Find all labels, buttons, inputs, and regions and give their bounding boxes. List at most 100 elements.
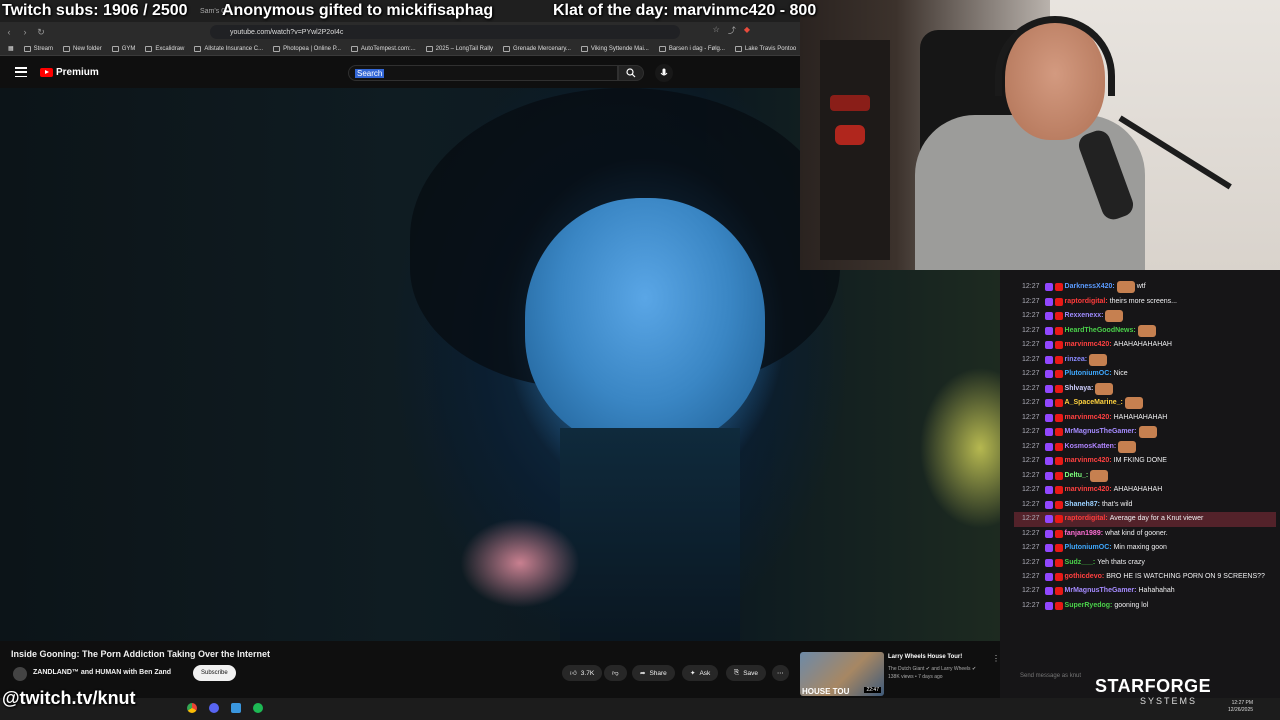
share-icon[interactable]: ⤴ [728, 25, 736, 36]
chat-username[interactable]: Sudz___: [1065, 556, 1096, 571]
app-icon[interactable] [231, 703, 241, 713]
chat-emote-icon [1137, 324, 1156, 337]
related-channel[interactable]: The Dutch Giant ✔ and Larry Wheels ✔ [888, 666, 976, 672]
like-button[interactable]: 👍︎ 3.7K [562, 665, 603, 681]
chat-username[interactable]: rinzea: [1065, 353, 1088, 368]
chat-text: that's wild [1101, 500, 1133, 508]
chat-username[interactable]: raptordigital: [1065, 512, 1108, 527]
heart-badge-icon [1054, 529, 1063, 538]
ask-label: Ask [699, 669, 711, 677]
ask-button[interactable]: ✦ Ask [682, 665, 719, 681]
chrome-icon[interactable] [187, 703, 197, 713]
address-bar[interactable]: youtube.com/watch?v=PYwl2P2oI4c [210, 25, 680, 39]
chat-emote-icon [1105, 310, 1124, 323]
related-video[interactable]: HOUSE TOU 22:47 Larry Wheels House Tour!… [800, 650, 1000, 698]
chat-username[interactable]: Shaneh87: [1065, 498, 1100, 513]
discord-icon[interactable] [209, 703, 219, 713]
bookmark-barsen[interactable]: Barsen i dag - Følg... [658, 45, 725, 52]
bookmark-autotempest[interactable]: AutoTempest.com:... [350, 45, 416, 52]
chat-username[interactable]: SuperRyedog: [1065, 599, 1113, 614]
chat-username[interactable]: fanjan1989: [1065, 527, 1104, 542]
bookmark-gym[interactable]: GYM [111, 45, 135, 52]
chat-timestamp: 12:27 [1022, 601, 1040, 609]
chat-message: 12:27 MrMagnusTheGamer: [1014, 425, 1276, 440]
bookmark-longtail[interactable]: 2025 – LongTail Rally [425, 45, 493, 52]
forward-icon[interactable]: › [18, 25, 32, 39]
chat-username[interactable]: KosmosKatten: [1065, 440, 1117, 455]
folder-icon [111, 45, 119, 52]
search-button[interactable] [618, 65, 644, 81]
bookmark-lake-travis[interactable]: Lake Travis Pontoo [734, 45, 796, 52]
channel-avatar[interactable] [13, 667, 27, 681]
bookmark-grenade[interactable]: Grenade Mercenary... [503, 45, 571, 52]
chat-message: 12:27 A_SpaceMarine_: [1014, 396, 1276, 411]
youtube-logo[interactable]: Premium [40, 67, 99, 78]
chat-text: HAHAHAHAHAH [1113, 413, 1168, 421]
chat-timestamp: 12:27 [1022, 384, 1040, 392]
chat-emote-icon [1138, 426, 1157, 439]
heart-badge-icon [1054, 297, 1063, 306]
chat-username[interactable]: MrMagnusTheGamer: [1065, 584, 1137, 599]
chat-text: gooning lol [1114, 601, 1149, 609]
extension-icon[interactable]: ◆ [744, 25, 750, 36]
chat-emote-icon [1124, 397, 1143, 410]
chat-username[interactable]: marvinmc420: [1065, 411, 1112, 426]
chat-username[interactable]: HeardTheGoodNews: [1065, 324, 1136, 339]
channel-name[interactable]: ZANDLAND™ and HUMAN with Ben Zand [33, 669, 171, 676]
barsen-icon [658, 45, 666, 52]
chat-message: 12:27 Deltu_: [1014, 469, 1276, 484]
chat-username[interactable]: raptordigital: [1065, 295, 1108, 310]
reload-icon[interactable]: ↻ [34, 25, 48, 39]
chat-text: Hahahahah [1138, 587, 1175, 594]
chat-timestamp: 12:27 [1022, 471, 1040, 479]
heart-badge-icon [1054, 283, 1063, 292]
chat-username[interactable]: marvinmc420: [1065, 454, 1112, 469]
heart-badge-icon [1054, 428, 1063, 437]
search-input[interactable]: Search [348, 65, 618, 81]
chat-username[interactable]: marvinmc420: [1065, 483, 1112, 498]
chat-username[interactable]: DarknessX420: [1065, 280, 1115, 295]
bookmark-stream[interactable]: Stream [23, 45, 53, 52]
video-frame-glow [460, 518, 580, 608]
chat-timestamp: 12:27 [1022, 413, 1040, 421]
subscriber-badge-icon [1044, 558, 1053, 567]
apps-icon[interactable]: ▦ [8, 45, 14, 52]
chat-text: Nice [1113, 370, 1128, 377]
chat-username[interactable]: PlutoniumOC: [1065, 541, 1112, 556]
chat-username[interactable]: PlutoniumOC: [1065, 367, 1112, 382]
bookmark-star-icon[interactable]: ☆ [713, 25, 720, 36]
bookmark-excalidraw[interactable]: Excalidraw [145, 45, 184, 52]
bookmark-photopea[interactable]: Photopea | Online P... [273, 45, 341, 52]
dislike-button[interactable]: 👎︎ [604, 665, 627, 681]
bookmark-new-folder[interactable]: New folder [63, 45, 102, 52]
spotify-icon[interactable] [253, 703, 263, 713]
save-button[interactable]: ⎘ Save [726, 665, 767, 681]
chat-username[interactable]: gothicdevo: [1065, 572, 1105, 582]
chat-username[interactable]: A_SpaceMarine_: [1065, 396, 1123, 411]
menu-icon[interactable] [15, 67, 27, 77]
chat-username[interactable]: Shlvaya: [1065, 382, 1094, 397]
more-icon[interactable]: ⋮ [992, 654, 1000, 663]
bookmark-viking[interactable]: Viking Syttende Mai... [580, 45, 649, 52]
subscriber-badge-icon [1044, 355, 1053, 364]
system-clock: 12:27 PM 12/26/2025 [1228, 700, 1253, 714]
thumbs-up-icon: 👍︎ [570, 670, 577, 677]
chat-username[interactable]: Deltu_: [1065, 469, 1089, 484]
webcam-shelf [820, 40, 890, 260]
bookmark-allstate[interactable]: Allstate Insurance C... [194, 45, 263, 52]
related-meta: 138K views • 7 days ago [888, 674, 943, 680]
chat-username[interactable]: MrMagnusTheGamer: [1065, 425, 1137, 440]
back-icon[interactable]: ‹ [2, 25, 16, 39]
heart-badge-icon [1054, 544, 1063, 553]
subscribe-button[interactable]: Subscribe [193, 665, 236, 681]
chat-username[interactable]: Rexxenexx: [1065, 309, 1104, 324]
share-button[interactable]: ➦ Share [632, 665, 675, 681]
grenade-icon [503, 45, 510, 52]
related-thumbnail[interactable]: HOUSE TOU 22:47 [800, 652, 884, 696]
chat-username[interactable]: marvinmc420: [1065, 338, 1112, 353]
microphone-button[interactable] [655, 64, 673, 82]
heart-badge-icon [1054, 384, 1063, 393]
related-title[interactable]: Larry Wheels House Tour! [888, 654, 962, 660]
more-actions-button[interactable]: ⋯ [772, 665, 789, 681]
chat-text: theirs more screens... [1109, 297, 1178, 305]
